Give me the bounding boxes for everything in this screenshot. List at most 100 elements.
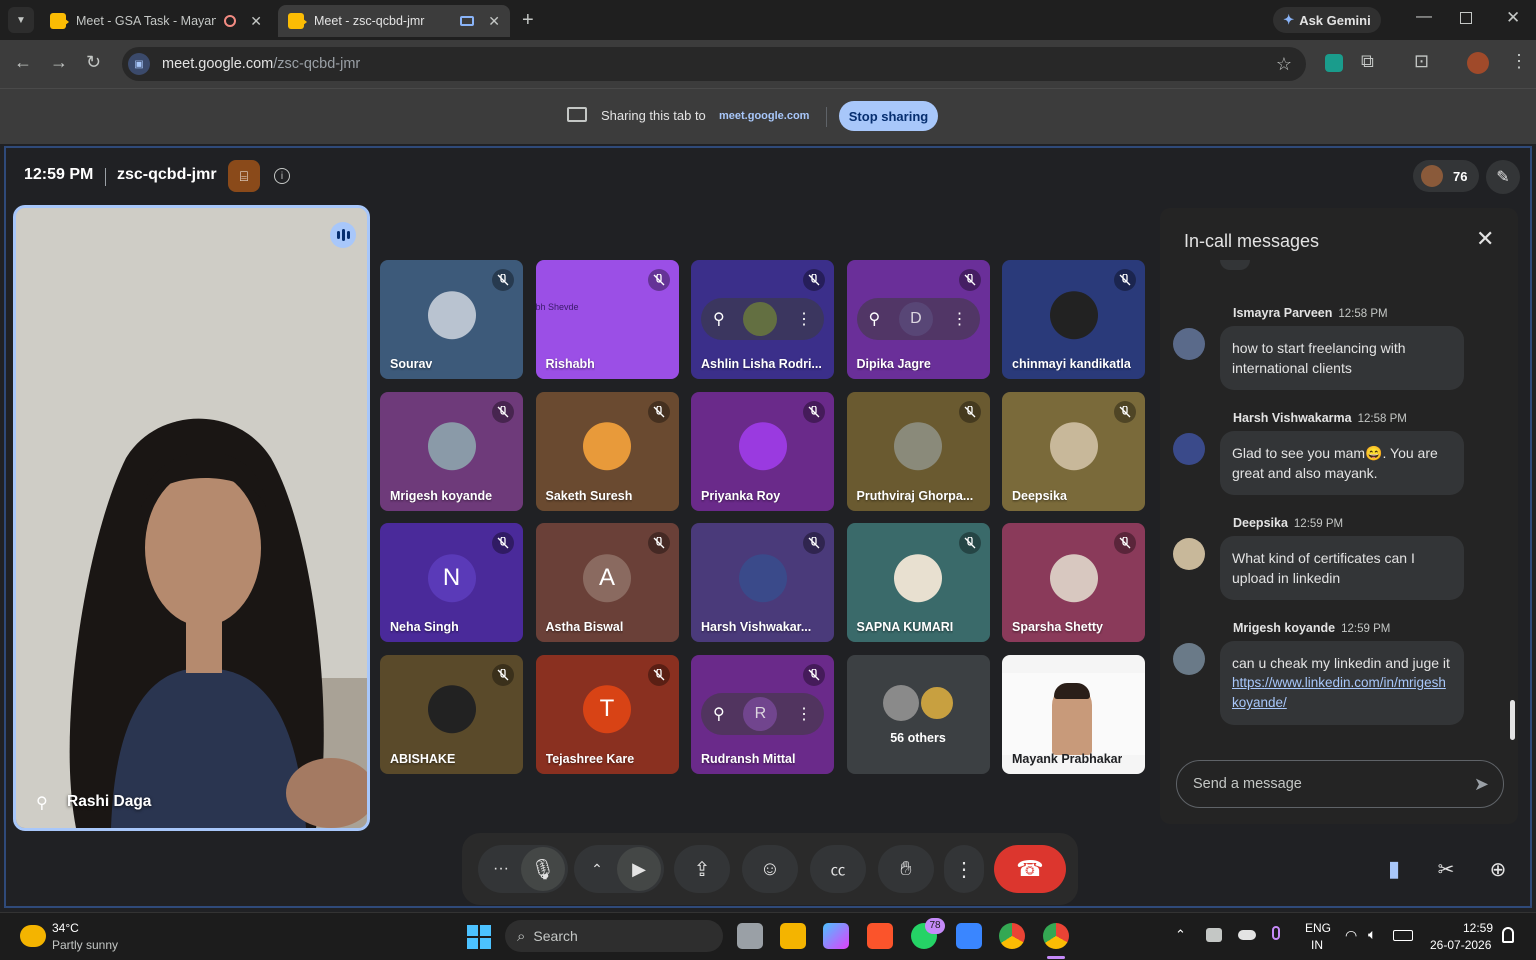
site-info-icon[interactable]: ▣ [128, 53, 150, 75]
speaker-video-tile[interactable]: ⚲ Rashi Daga [13, 205, 370, 831]
mic-tray-icon[interactable] [1272, 926, 1280, 940]
language-top[interactable]: ENG [1305, 921, 1331, 935]
copilot-icon[interactable] [823, 923, 849, 949]
host-controls-icon[interactable]: ⌸ [228, 160, 260, 192]
microphone-icon[interactable]: 🎙︎ [521, 847, 565, 891]
participant-tile[interactable]: Harsh Vishwakar... [691, 523, 834, 642]
activities-icon[interactable]: ✂︎ [1420, 845, 1472, 893]
browser-menu-icon[interactable]: ⋮ [1510, 51, 1528, 72]
volume-icon[interactable]: 🔈︎ [1368, 926, 1376, 943]
clock-time[interactable]: 12:59 [1463, 921, 1493, 935]
participant-tile[interactable]: Sparsha Shetty [1002, 523, 1145, 642]
participant-tile[interactable]: Priyanka Roy [691, 391, 834, 511]
clock-date[interactable]: 26-07-2026 [1430, 938, 1491, 952]
close-tab-icon[interactable]: ✕ [250, 13, 262, 30]
close-chat-icon[interactable]: ✕ [1476, 226, 1494, 252]
participant-tile[interactable]: ⚲ ⋮ Ashlin Lisha Rodri... [691, 260, 834, 379]
message-link[interactable]: https://www.linkedin.com/in/mrigeshkoyan… [1232, 673, 1452, 713]
weather-desc: Partly sunny [52, 938, 119, 952]
tab-list-button[interactable]: ▼ [8, 7, 34, 33]
video-settings-icon[interactable]: ⌃ [577, 861, 617, 878]
meet-window: 12:59 PM zsc-qcbd-jmr ⌸ i 76 ✎ ⚲ Rashi D… [4, 146, 1532, 908]
participant-tile[interactable]: N Neha Singh [380, 523, 523, 642]
language-bottom[interactable]: IN [1311, 938, 1323, 952]
participant-tile[interactable]: T Tejashree Kare [535, 654, 679, 774]
whiteboard-edit-icon[interactable]: ✎ [1486, 160, 1520, 194]
url-domain: meet.google.com [162, 56, 274, 72]
present-screen-button[interactable]: ⇪ [674, 845, 730, 893]
forward-icon[interactable]: → [50, 52, 68, 73]
pin-icon[interactable]: ⚲ [36, 793, 48, 813]
leave-call-button[interactable]: ☎︎ [994, 845, 1066, 893]
reload-icon[interactable]: ↻ [86, 52, 101, 73]
participant-tile[interactable]: ⚲ R ⋮ Rudransh Mittal [691, 654, 834, 774]
host-controls-lock-icon[interactable]: ⊕ [1472, 845, 1524, 893]
taskbar-search[interactable]: ⌕ Search [505, 920, 723, 952]
screenshot-icon[interactable]: ⊡ [1414, 51, 1429, 72]
audio-settings-icon[interactable]: ··· [481, 860, 521, 878]
show-hidden-icons[interactable]: ⌃ [1175, 927, 1186, 943]
more-options-icon[interactable]: ⋮ [796, 309, 812, 329]
notepad-icon[interactable] [956, 923, 982, 949]
chat-scrollbar[interactable] [1510, 700, 1515, 740]
participant-tile[interactable]: Mayank Prabhakar [1002, 654, 1145, 774]
people-count-button[interactable]: 76 [1413, 160, 1479, 192]
participant-tile[interactable]: Deepsika [1002, 391, 1145, 511]
pin-icon[interactable]: ⚲ [713, 309, 725, 329]
address-bar[interactable]: ▣ meet.google.com/zsc-qcbd-jmr ☆ [122, 47, 1306, 81]
maximize-icon[interactable] [1460, 12, 1472, 24]
extensions-puzzle-icon[interactable]: ⧉ [1361, 51, 1374, 72]
raise-hand-button[interactable]: ✋︎ [878, 845, 934, 893]
meeting-code: zsc-qcbd-jmr [117, 166, 217, 183]
send-icon[interactable]: ➤ [1474, 774, 1489, 795]
ask-gemini-button[interactable]: ✦ Ask Gemini [1273, 7, 1381, 33]
tray-app-icon[interactable] [1206, 928, 1222, 942]
participant-tile[interactable]: bh Shevde Rishabh [535, 260, 679, 379]
participant-tile[interactable]: Saketh Suresh [535, 391, 679, 511]
emoji-reactions-button[interactable]: ☺ [742, 845, 798, 893]
participant-tile[interactable]: Mrigesh koyande [380, 391, 523, 511]
message-input[interactable]: Send a message ➤ [1176, 760, 1504, 808]
more-options-icon[interactable]: ⋮ [952, 309, 968, 329]
meeting-info-icon[interactable]: i [274, 168, 290, 184]
more-options-button[interactable]: ⋮ [944, 845, 984, 893]
back-icon[interactable]: ← [14, 52, 32, 73]
notifications-icon[interactable] [1502, 927, 1514, 943]
pin-icon[interactable]: ⚲ [713, 704, 725, 724]
onedrive-icon[interactable] [1238, 930, 1256, 940]
profile-avatar[interactable] [1467, 52, 1489, 74]
pin-icon[interactable]: ⚲ [869, 309, 881, 329]
participant-tile[interactable]: Sourav [380, 260, 523, 379]
more-options-icon[interactable]: ⋮ [796, 704, 812, 724]
minimize-icon[interactable]: — [1416, 8, 1432, 26]
windows-start-icon[interactable] [467, 925, 491, 949]
browser-tab-active[interactable]: Meet - zsc-qcbd-jmr ✕ [278, 5, 510, 37]
participant-tile[interactable]: ⚲ D ⋮ Dipika Jagre [846, 260, 990, 379]
battery-icon[interactable] [1393, 930, 1413, 941]
file-explorer-icon[interactable] [780, 923, 806, 949]
participant-tile[interactable]: Pruthviraj Ghorpa... [846, 391, 990, 511]
captions-button[interactable]: ㏄ [810, 845, 866, 893]
extension-icon[interactable] [1325, 54, 1343, 72]
participant-name: Sparsha Shetty [1012, 620, 1104, 634]
participant-tile[interactable]: ABISHAKE [380, 654, 523, 774]
close-window-icon[interactable]: ✕ [1506, 8, 1520, 28]
browser-tab[interactable]: Meet - GSA Task - Mayank P ✕ [40, 5, 272, 37]
wifi-icon[interactable]: ◠ [1345, 927, 1357, 944]
participant-tile[interactable]: A Astha Biswal [535, 523, 679, 642]
participant-name: Pruthviraj Ghorpa... [856, 488, 974, 503]
participant-tile[interactable]: SAPNA KUMARI [846, 523, 990, 642]
new-tab-icon[interactable]: + [522, 9, 534, 32]
weather-icon[interactable] [20, 925, 46, 947]
participant-tile[interactable]: chinmayi kandikatla [1002, 260, 1145, 379]
chat-button[interactable]: ▮ [1368, 845, 1420, 893]
task-view-icon[interactable] [737, 923, 763, 949]
chrome-profile-icon[interactable] [1043, 923, 1069, 949]
close-tab-icon[interactable]: ✕ [488, 13, 500, 30]
stop-sharing-button[interactable]: Stop sharing [839, 101, 938, 131]
camera-icon[interactable]: ▶︎ [617, 847, 661, 891]
bookmark-star-icon[interactable]: ☆ [1276, 54, 1292, 75]
chrome-icon[interactable] [999, 923, 1025, 949]
participant-tile[interactable]: 56 others [846, 654, 990, 774]
brave-icon[interactable] [867, 923, 893, 949]
